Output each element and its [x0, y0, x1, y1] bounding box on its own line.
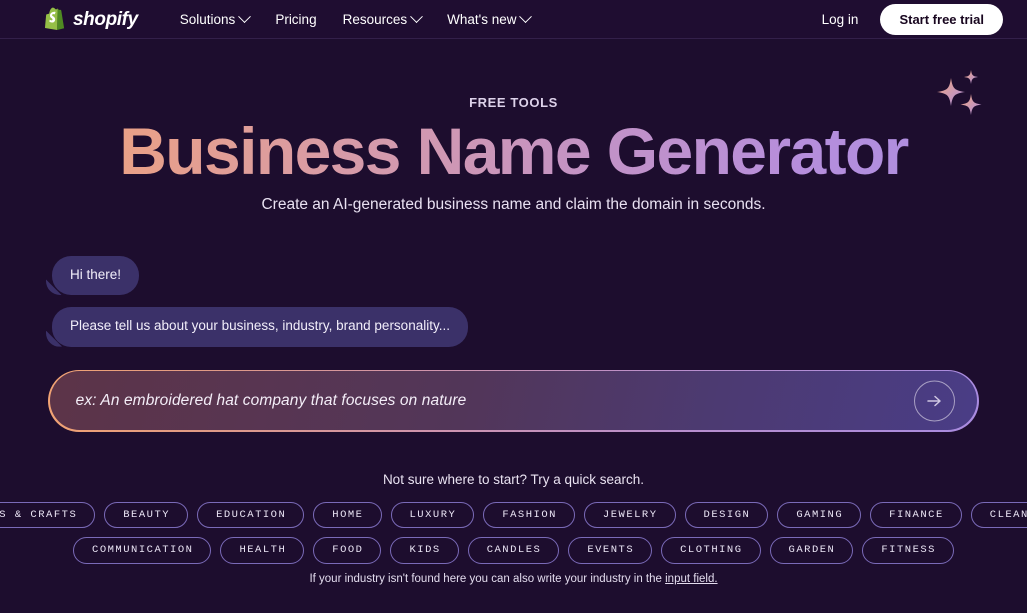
tag-health[interactable]: HEALTH	[220, 537, 304, 564]
tag-events[interactable]: EVENTS	[568, 537, 652, 564]
shopify-bag-icon	[45, 7, 66, 31]
business-description-input-inner	[50, 371, 978, 430]
log-in-link[interactable]: Log in	[822, 12, 859, 27]
page-title: Business Name Generator	[0, 116, 1027, 187]
tag-jewelry[interactable]: JEWELRY	[584, 502, 676, 529]
tag-gaming[interactable]: GAMING	[777, 502, 861, 529]
tag-fashion[interactable]: FASHION	[483, 502, 575, 529]
arrow-right-icon	[924, 390, 945, 411]
shopify-wordmark: shopify	[73, 10, 138, 29]
tag-home[interactable]: HOME	[313, 502, 381, 529]
business-description-input[interactable]	[76, 392, 952, 410]
chat-message-row: Please tell us about your business, indu…	[52, 307, 1027, 358]
submit-button[interactable]	[914, 380, 955, 421]
nav-item-solutions-label: Solutions	[180, 12, 236, 27]
nav-item-whats-new[interactable]: What's new	[447, 12, 530, 27]
quick-search-tag-row-1: ARTS & CRAFTS BEAUTY EDUCATION HOME LUXU…	[0, 502, 1027, 529]
page-subtitle: Create an AI-generated business name and…	[0, 196, 1027, 214]
chevron-down-icon	[520, 10, 533, 23]
chat-thread: Hi there! Please tell us about your busi…	[0, 256, 1027, 358]
chat-message-row: Hi there!	[52, 256, 1027, 307]
tag-design[interactable]: DESIGN	[685, 502, 769, 529]
quick-search-tag-row-2: COMMUNICATION HEALTH FOOD KIDS CANDLES E…	[0, 537, 1027, 564]
nav-item-whats-new-label: What's new	[447, 12, 516, 27]
nav-actions: Log in Start free trial	[822, 4, 1003, 35]
chevron-down-icon	[410, 10, 423, 23]
shopify-logo[interactable]: shopify	[45, 7, 138, 31]
primary-nav-links: Solutions Pricing Resources What's new	[180, 12, 531, 27]
tag-food[interactable]: FOOD	[313, 537, 381, 564]
nav-item-resources[interactable]: Resources	[343, 12, 422, 27]
nav-item-pricing[interactable]: Pricing	[275, 12, 316, 27]
chat-bubble-prompt: Please tell us about your business, indu…	[52, 307, 468, 346]
business-description-input-wrapper	[48, 370, 979, 432]
footnote: If your industry isn't found here you ca…	[0, 573, 1027, 585]
top-navigation-bar: shopify Solutions Pricing Resources What…	[0, 0, 1027, 39]
tag-candles[interactable]: CANDLES	[468, 537, 560, 564]
nav-item-resources-label: Resources	[343, 12, 408, 27]
start-free-trial-button[interactable]: Start free trial	[880, 4, 1003, 35]
tag-fitness[interactable]: FITNESS	[862, 537, 954, 564]
chat-bubble-greeting: Hi there!	[52, 256, 139, 295]
tag-garden[interactable]: GARDEN	[770, 537, 854, 564]
nav-item-solutions[interactable]: Solutions	[180, 12, 250, 27]
tag-communication[interactable]: COMMUNICATION	[73, 537, 211, 564]
nav-item-pricing-label: Pricing	[275, 12, 316, 27]
tag-kids[interactable]: KIDS	[390, 537, 458, 564]
chevron-down-icon	[238, 10, 251, 23]
tag-finance[interactable]: FINANCE	[870, 502, 962, 529]
footnote-text: If your industry isn't found here you ca…	[309, 573, 665, 585]
tag-arts-crafts[interactable]: ARTS & CRAFTS	[0, 502, 95, 529]
hero-section: FREE TOOLS Business Name Generator Creat…	[0, 39, 1027, 214]
tag-cleaning[interactable]: CLEANING	[971, 502, 1027, 529]
quick-search-tag-rows: ARTS & CRAFTS BEAUTY EDUCATION HOME LUXU…	[0, 502, 1027, 564]
tag-beauty[interactable]: BEAUTY	[104, 502, 188, 529]
eyebrow-label: FREE TOOLS	[0, 95, 1027, 110]
sparkles-icon	[926, 64, 1000, 130]
input-field-link[interactable]: input field.	[665, 573, 717, 585]
tag-luxury[interactable]: LUXURY	[391, 502, 475, 529]
tag-education[interactable]: EDUCATION	[197, 502, 304, 529]
quick-search-hint: Not sure where to start? Try a quick sea…	[0, 472, 1027, 487]
tag-clothing[interactable]: CLOTHING	[661, 537, 760, 564]
